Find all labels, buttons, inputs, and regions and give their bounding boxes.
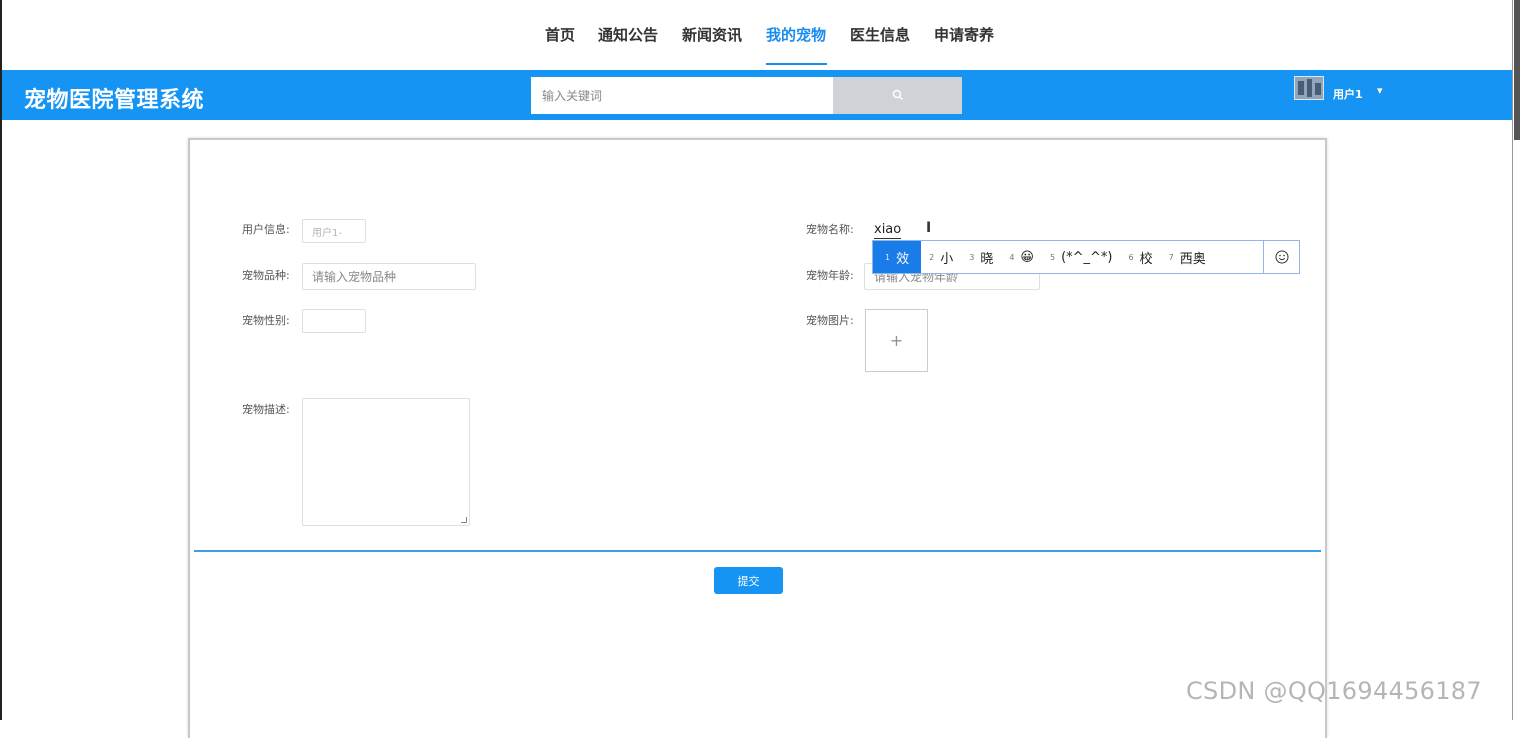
header-bar: 宠物医院管理系统 用户1 ▾ [2,70,1512,120]
nav-foster-apply[interactable]: 申请寄养 [934,24,994,45]
search-icon [892,86,904,105]
watermark: CSDN @QQ1694456187 [1186,677,1482,705]
pet-desc-textarea[interactable] [302,398,470,526]
nav-doctors[interactable]: 医生信息 [850,24,910,45]
nav-active-indicator [766,63,827,65]
vertical-scrollbar[interactable] [1512,0,1520,720]
chevron-down-icon[interactable]: ▾ [1377,84,1383,97]
pet-breed-input[interactable]: 请输入宠物品种 [302,263,476,290]
nav-notices[interactable]: 通知公告 [598,24,658,45]
ime-candidate[interactable]: 2小 [921,241,961,273]
form-divider [194,550,1321,552]
user-name[interactable]: 用户1 [1333,86,1363,102]
pet-breed-label: 宠物品种: [242,269,290,282]
search-button[interactable] [833,77,962,114]
search-input[interactable] [531,77,833,114]
top-nav: 首页 通知公告 新闻资讯 我的宠物 医生信息 申请寄养 [0,0,1512,70]
ime-candidate[interactable]: 4 😀 [1001,241,1042,273]
resize-handle-icon[interactable] [461,517,467,523]
site-title: 宠物医院管理系统 [24,88,205,113]
pet-image-label: 宠物图片: [806,314,854,327]
ime-candidate[interactable]: 5 (*^_^*) [1042,241,1121,273]
nav-news[interactable]: 新闻资讯 [682,24,742,45]
ime-candidate[interactable]: 1效 [873,241,922,273]
ime-candidate-bar: 1效 2小 3晓 4 😀 5 (*^_^*) 6校 7 西奥 [872,240,1300,274]
avatar[interactable] [1294,76,1324,100]
pet-desc-label: 宠物描述: [242,403,290,416]
pet-name-input-composition[interactable]: xiao [874,222,902,239]
scrollbar-thumb[interactable] [1514,0,1520,140]
ime-candidate[interactable]: 3晓 [961,241,1001,273]
submit-button[interactable]: 提交 [714,567,783,594]
text-cursor-icon: I [926,220,932,236]
nav-home[interactable]: 首页 [545,24,575,45]
image-upload-button[interactable]: + [865,309,928,372]
pet-age-label: 宠物年龄: [806,269,854,282]
pet-name-label: 宠物名称: [806,223,854,236]
ime-candidate[interactable]: 6校 [1121,241,1161,273]
plus-icon: + [889,331,904,350]
pet-gender-select[interactable] [302,309,366,333]
pet-breed-placeholder: 请输入宠物品种 [312,270,397,284]
user-info-label: 用户信息: [242,223,290,236]
nav-my-pets[interactable]: 我的宠物 [766,24,826,45]
pet-gender-label: 宠物性别: [242,314,290,327]
user-info-field[interactable]: 用户1- [302,219,366,243]
pet-form-card: 用户信息: 用户1- 宠物品种: 请输入宠物品种 宠物性别: 宠物描述: 宠物名… [188,138,1327,738]
smiley-icon[interactable] [1263,241,1299,273]
ime-candidate[interactable]: 7 西奥 [1161,241,1214,273]
